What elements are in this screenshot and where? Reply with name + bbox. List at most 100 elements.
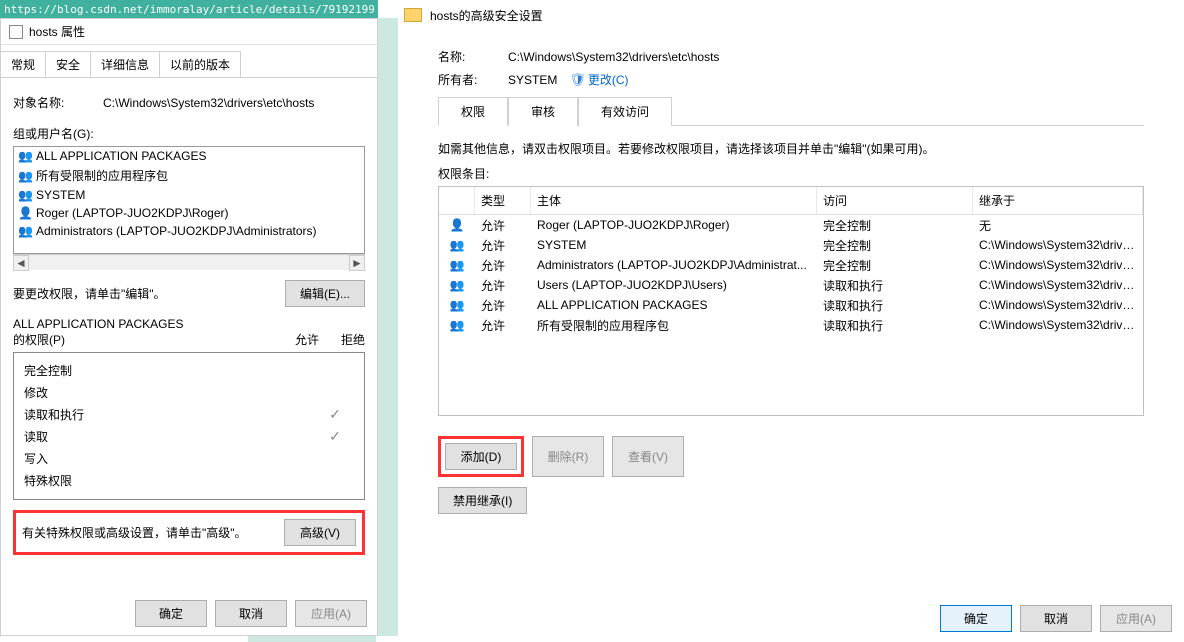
group-item[interactable]: 👤Roger (LAPTOP-JUO2KDPJ\Roger) [14, 204, 364, 222]
edit-button[interactable]: 编辑(E)... [285, 280, 365, 307]
col-type[interactable]: 类型 [475, 187, 531, 214]
background-app-strip [378, 18, 399, 636]
name-label: 名称: [438, 48, 508, 65]
security-pane: 对象名称: C:\Windows\System32\drivers\etc\ho… [1, 77, 377, 567]
advanced-hint: 有关特殊权限或高级设置，请单击"高级"。 [22, 524, 247, 541]
entry-actions: 添加(D) 删除(R) 查看(V) [438, 436, 1144, 477]
cell-type: 允许 [475, 216, 531, 235]
table-row[interactable]: 👥允许SYSTEM完全控制C:\Windows\System32\drivers… [439, 235, 1143, 255]
cell-type: 允许 [475, 256, 531, 275]
browser-url-bar: https://blog.csdn.net/immoralay/article/… [0, 0, 378, 18]
cell-inherit: C:\Windows\System32\drivers\etc\ [973, 317, 1143, 333]
disable-inheritance-button[interactable]: 禁用继承(I) [438, 487, 527, 514]
cell-principal: ALL APPLICATION PACKAGES [531, 297, 817, 313]
file-icon [9, 25, 23, 39]
object-name-value: C:\Windows\System32\drivers\etc\hosts [103, 96, 314, 110]
advanced-tabs: 权限 审核 有效访问 [438, 96, 1144, 126]
cell-access: 读取和执行 [817, 316, 973, 335]
tab-previous[interactable]: 以前的版本 [159, 51, 241, 77]
owner-value: SYSTEM [508, 73, 557, 87]
cell-type: 允许 [475, 296, 531, 315]
description-text: 如需其他信息，请双击权限项目。若要修改权限项目，请选择该项目并单击"编辑"(如果… [438, 140, 1144, 157]
cell-access: 完全控制 [817, 216, 973, 235]
apply-button: 应用(A) [1100, 605, 1172, 632]
cell-inherit: C:\Windows\System32\drivers\etc\ [973, 257, 1143, 273]
table-row[interactable]: 👥允许ALL APPLICATION PACKAGES读取和执行C:\Windo… [439, 295, 1143, 315]
shield-icon: 🛡 [569, 72, 586, 87]
tab-details[interactable]: 详细信息 [90, 51, 160, 77]
cancel-button[interactable]: 取消 [1020, 605, 1092, 632]
group-item-label: Roger (LAPTOP-JUO2KDPJ\Roger) [36, 206, 229, 220]
advanced-security-dialog: hosts的高级安全设置 名称: C:\Windows\System32\dri… [398, 0, 1184, 642]
perm-name: 完全控制 [24, 362, 72, 379]
col-access[interactable]: 访问 [817, 187, 973, 214]
horizontal-scrollbar[interactable]: ◄► [13, 254, 365, 270]
cell-inherit: 无 [973, 216, 1143, 235]
perm-row: 修改 [24, 381, 354, 403]
tab-security[interactable]: 安全 [45, 51, 91, 77]
cancel-button[interactable]: 取消 [215, 600, 287, 627]
tab-effective-access[interactable]: 有效访问 [578, 97, 672, 126]
principal-icon: 👥 [439, 237, 475, 253]
dialog-footer: 确定 取消 应用(A) [1, 592, 377, 635]
col-principal[interactable]: 主体 [531, 187, 817, 214]
perm-name: 读取 [24, 428, 48, 445]
group-label: 组或用户名(G): [13, 125, 365, 142]
group-item[interactable]: 👥所有受限制的应用程序包 [14, 165, 364, 186]
apply-button: 应用(A) [295, 600, 367, 627]
table-row[interactable]: 👤允许Roger (LAPTOP-JUO2KDPJ\Roger)完全控制无 [439, 215, 1143, 235]
users-icon: 👥 [18, 149, 36, 163]
users-icon: 👥 [18, 188, 36, 202]
cell-access: 完全控制 [817, 236, 973, 255]
tab-auditing[interactable]: 审核 [508, 97, 578, 126]
perm-header-suffix: 的权限(P) [13, 333, 65, 347]
tab-general[interactable]: 常规 [1, 51, 46, 77]
group-item[interactable]: 👥Administrators (LAPTOP-JUO2KDPJ\Adminis… [14, 222, 364, 240]
folder-icon [404, 8, 422, 22]
cell-type: 允许 [475, 316, 531, 335]
advanced-button[interactable]: 高级(V) [284, 519, 356, 546]
check-icon: ✓ [316, 406, 354, 423]
group-item-label: Administrators (LAPTOP-JUO2KDPJ\Administ… [36, 224, 317, 238]
table-row[interactable]: 👥允许所有受限制的应用程序包读取和执行C:\Windows\System32\d… [439, 315, 1143, 335]
properties-dialog: hosts 属性 常规 安全 详细信息 以前的版本 对象名称: C:\Windo… [0, 18, 378, 636]
view-button: 查看(V) [612, 436, 684, 477]
principal-icon: 👥 [439, 297, 475, 313]
principal-icon: 👥 [439, 257, 475, 273]
group-item[interactable]: 👥SYSTEM [14, 186, 364, 204]
cell-principal: Administrators (LAPTOP-JUO2KDPJ\Administ… [531, 257, 817, 273]
cell-principal: Roger (LAPTOP-JUO2KDPJ\Roger) [531, 217, 817, 233]
table-row[interactable]: 👥允许Users (LAPTOP-JUO2KDPJ\Users)读取和执行C:\… [439, 275, 1143, 295]
remove-button: 删除(R) [532, 436, 604, 477]
scroll-left-icon[interactable]: ◄ [13, 255, 29, 271]
table-header: 类型 主体 访问 继承于 [439, 187, 1143, 215]
permission-entries-table[interactable]: 类型 主体 访问 继承于 👤允许Roger (LAPTOP-JUO2KDPJ\R… [438, 186, 1144, 416]
scroll-right-icon[interactable]: ► [349, 255, 365, 271]
dialog-titlebar: hosts 属性 [1, 19, 377, 45]
check-icon: ✓ [316, 428, 354, 445]
table-row[interactable]: 👥允许Administrators (LAPTOP-JUO2KDPJ\Admin… [439, 255, 1143, 275]
perm-row: 读取 ✓ [24, 425, 354, 447]
ok-button[interactable]: 确定 [940, 605, 1012, 632]
add-button[interactable]: 添加(D) [445, 443, 517, 470]
owner-label: 所有者: [438, 71, 508, 88]
dialog-title: hosts 属性 [29, 23, 85, 40]
permissions-list: 完全控制 修改 读取和执行✓ 读取 ✓ 写入 特殊权限 [13, 352, 365, 500]
group-item[interactable]: 👥ALL APPLICATION PACKAGES [14, 147, 364, 165]
perm-row: 写入 [24, 447, 354, 469]
col-inherit[interactable]: 继承于 [973, 187, 1143, 214]
perm-row: 特殊权限 [24, 469, 354, 491]
dialog-footer: 确定 取消 应用(A) [398, 595, 1184, 642]
perm-row: 读取和执行✓ [24, 403, 354, 425]
group-item-label: 所有受限制的应用程序包 [36, 167, 168, 184]
cell-access: 完全控制 [817, 256, 973, 275]
group-item-label: ALL APPLICATION PACKAGES [36, 149, 207, 163]
cell-type: 允许 [475, 276, 531, 295]
tab-permissions[interactable]: 权限 [438, 97, 508, 126]
group-listbox[interactable]: 👥ALL APPLICATION PACKAGES 👥所有受限制的应用程序包 👥… [13, 146, 365, 254]
change-owner-link[interactable]: 更改(C) [588, 73, 629, 87]
edit-hint: 要更改权限，请单击"编辑"。 [13, 285, 166, 302]
cell-access: 读取和执行 [817, 276, 973, 295]
ok-button[interactable]: 确定 [135, 600, 207, 627]
cell-inherit: C:\Windows\System32\drivers\etc\ [973, 237, 1143, 253]
